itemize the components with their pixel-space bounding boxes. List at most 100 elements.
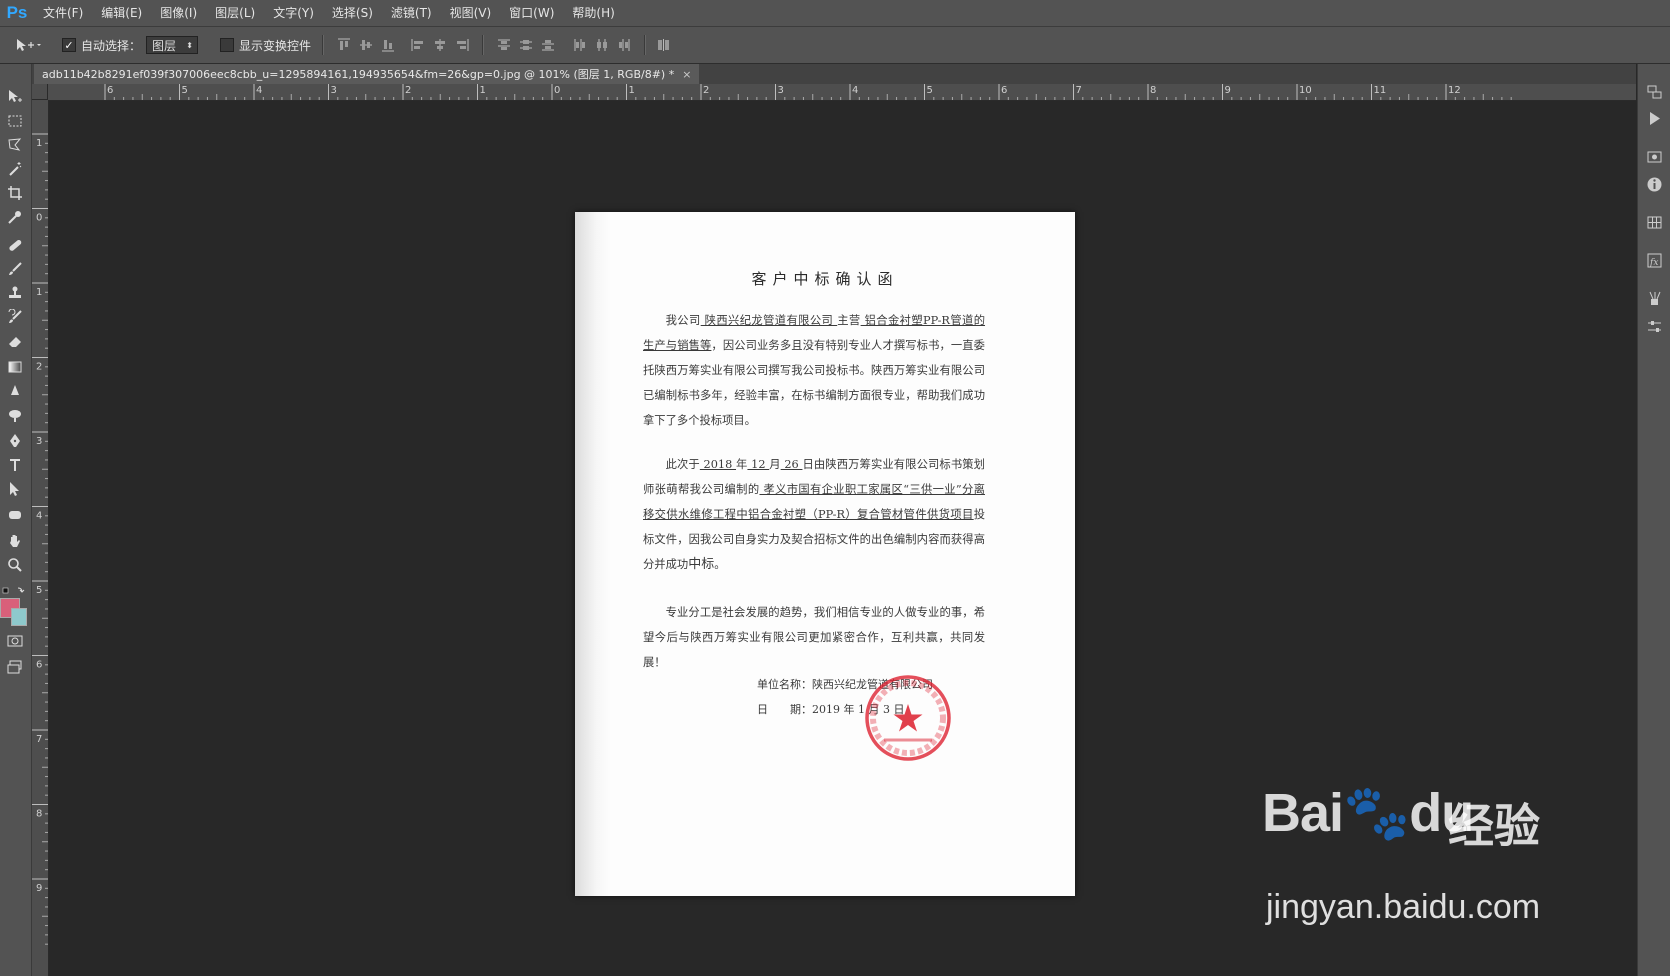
align-left-icon[interactable] [410, 37, 426, 53]
default-colors-swap[interactable] [2, 582, 30, 594]
menu-file[interactable]: 文件(F) [34, 0, 92, 26]
horizontal-ruler[interactable]: 6 5 4 3 2 1 0 1 2 3 4 5 6 7 8 9 10 11 12 [48, 84, 1636, 101]
ruler-label: 9 [1225, 85, 1231, 96]
ruler-label: 6 [36, 660, 42, 671]
collapsed-panels: fx [1637, 64, 1670, 976]
auto-select-dropdown[interactable]: 图层 ⬍ [146, 36, 198, 54]
distribute-right-icon[interactable] [616, 37, 632, 53]
eyedropper-tool[interactable] [4, 206, 26, 228]
screen-mode-tool[interactable] [4, 656, 26, 678]
path-select-icon [10, 482, 19, 496]
quick-mask-tool[interactable] [4, 630, 26, 652]
ruler-label: 1 [36, 138, 42, 149]
styles-fx-icon[interactable]: fx [1646, 252, 1663, 269]
close-tab-icon[interactable]: × [682, 68, 691, 81]
shape-tool[interactable] [4, 504, 26, 526]
ruler-label: 2 [405, 85, 411, 96]
align-top-icon[interactable] [336, 37, 352, 53]
tools-panel [0, 64, 32, 976]
menu-image[interactable]: 图像(I) [151, 0, 206, 26]
paw-icon: 🐾 [1343, 783, 1410, 843]
move-icon [9, 90, 22, 102]
ruler-label: 9 [36, 883, 42, 894]
menu-help[interactable]: 帮助(H) [563, 0, 623, 26]
dodge-tool[interactable] [4, 404, 26, 426]
pen-tool[interactable] [4, 430, 26, 452]
brush-tool[interactable] [4, 258, 26, 280]
lasso-tool[interactable] [4, 134, 26, 156]
align-bottom-icon[interactable] [380, 37, 396, 53]
history-brush-tool[interactable] [4, 306, 26, 328]
menu-select[interactable]: 选择(S) [323, 0, 382, 26]
gradient-tool[interactable] [4, 356, 26, 378]
healing-brush-tool[interactable] [4, 234, 26, 256]
hand-tool[interactable] [4, 530, 26, 552]
move-tool[interactable] [4, 86, 26, 108]
blur-drop-icon [11, 385, 19, 395]
brush-presets-icon[interactable] [1646, 290, 1663, 307]
photoshop-logo: Ps [6, 3, 28, 22]
menu-edit[interactable]: 编辑(E) [92, 0, 151, 26]
distribute-vcenter-icon[interactable] [518, 37, 534, 53]
distribute-bottom-icon[interactable] [540, 37, 556, 53]
ruler-label: 1 [36, 287, 42, 298]
blur-tool[interactable] [4, 380, 26, 402]
ruler-label: 0 [36, 213, 42, 224]
swap-colors-icon [2, 587, 25, 594]
history-brush-icon [8, 309, 22, 323]
background-color-swatch[interactable] [11, 608, 27, 626]
actions-play-icon[interactable] [1646, 110, 1663, 127]
menu-filter[interactable]: 滤镜(T) [382, 0, 441, 26]
marquee-icon [8, 115, 22, 127]
ruler-origin[interactable] [32, 84, 48, 100]
align-vcenter-icon[interactable] [358, 37, 374, 53]
watermark-url: jingyan.baidu.com [1266, 888, 1541, 926]
ruler-label: 5 [927, 85, 933, 96]
marquee-tool[interactable] [4, 110, 26, 132]
screen-mode-icon [7, 660, 22, 674]
info-icon[interactable] [1646, 176, 1663, 193]
align-hcenter-icon[interactable] [432, 37, 448, 53]
auto-select-option[interactable]: ✓ 自动选择： [62, 27, 141, 63]
chevron-updown-icon: ⬍ [186, 40, 193, 50]
distribute-hcenter-icon[interactable] [594, 37, 610, 53]
letter-paragraph-2: 此次于 2018 年 12 月 26 日由陕西万筹实业有限公司标书策划师张萌帮我… [643, 458, 985, 572]
magic-wand-tool[interactable] [4, 158, 26, 180]
distribute-left-icon[interactable] [572, 37, 588, 53]
move-tool-preset[interactable] [14, 27, 42, 63]
menu-layer[interactable]: 图层(L) [206, 0, 264, 26]
menu-window[interactable]: 窗口(W) [500, 0, 563, 26]
document-canvas[interactable]: 客户中标确认函 我公司 陕西兴纪龙管道有限公司 主营 铝合金衬塑PP-R管道的生… [575, 212, 1075, 896]
swatches-grid-icon[interactable] [1646, 214, 1663, 231]
distribute-top-icon[interactable] [496, 37, 512, 53]
history-panel-icon[interactable] [1646, 84, 1663, 101]
align-right-icon[interactable] [454, 37, 470, 53]
zoom-tool[interactable] [4, 554, 26, 576]
ruler-label: 5 [36, 585, 42, 596]
show-transform-checkbox[interactable] [220, 38, 234, 52]
ruler-label: 6 [1001, 85, 1007, 96]
auto-select-checkbox[interactable]: ✓ [62, 38, 76, 52]
libraries-panel-icon[interactable] [1646, 148, 1663, 165]
eraser-tool[interactable] [4, 330, 26, 352]
menu-view[interactable]: 视图(V) [441, 0, 501, 26]
pen-icon [10, 434, 20, 447]
path-selection-tool[interactable] [4, 478, 26, 500]
document-tab-title: adb11b42b8291ef039f307006eec8cbb_u=12958… [42, 68, 675, 81]
type-tool[interactable] [4, 454, 26, 476]
ruler-label: 7 [36, 734, 42, 745]
ruler-label: 3 [778, 85, 784, 96]
menu-bar: Ps 文件(F) 编辑(E) 图像(I) 图层(L) 文字(Y) 选择(S) 滤… [0, 0, 1670, 27]
adjustments-sliders-icon[interactable] [1646, 318, 1663, 335]
zoom-icon [8, 558, 22, 572]
vertical-ruler[interactable]: 1 0 1 2 3 4 5 6 7 8 9 [32, 100, 49, 976]
ruler-label: 0 [554, 85, 560, 96]
auto-align-icon[interactable] [656, 37, 672, 53]
menu-type[interactable]: 文字(Y) [264, 0, 323, 26]
document-tab[interactable]: adb11b42b8291ef039f307006eec8cbb_u=12958… [34, 64, 700, 84]
ruler-label: 3 [331, 85, 337, 96]
show-transform-option[interactable]: 显示变换控件 [220, 27, 311, 63]
clone-stamp-tool[interactable] [4, 282, 26, 304]
crop-tool[interactable] [4, 182, 26, 204]
ruler-label: 6 [107, 85, 113, 96]
